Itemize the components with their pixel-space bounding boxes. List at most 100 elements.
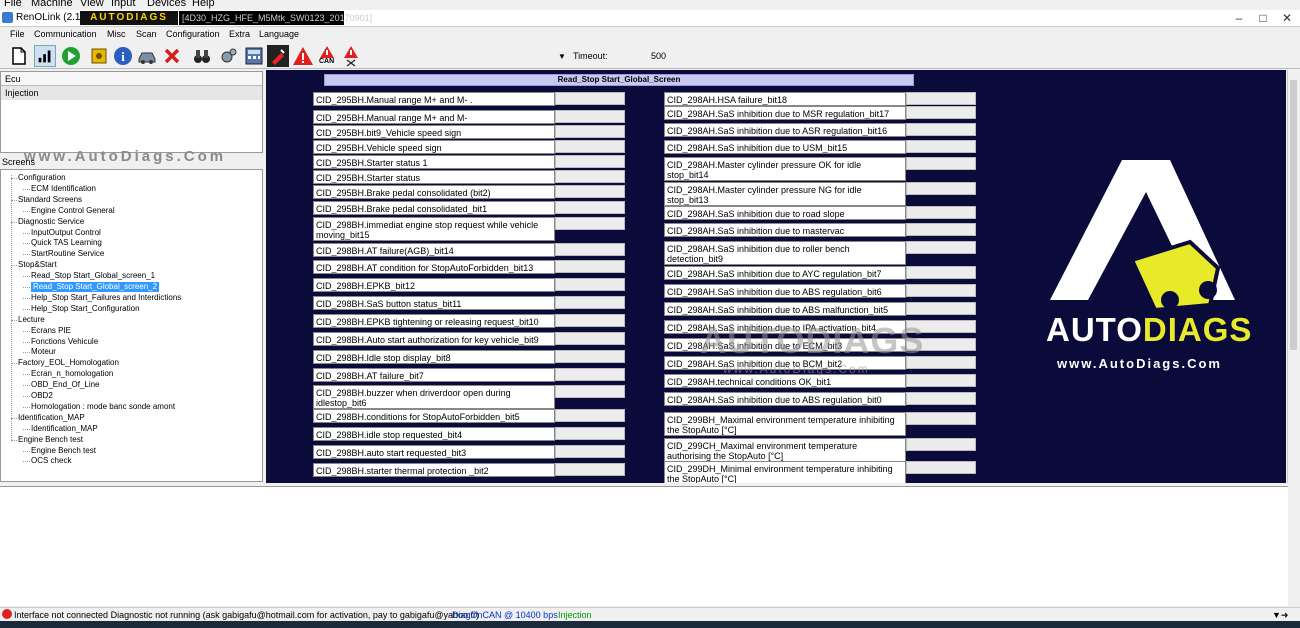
ecu-item-injection[interactable]: Injection [1, 86, 262, 100]
window-titlebar: RenOLink (2.11) AUTODIAGS [4D30_HZG_HFE_… [0, 10, 1300, 27]
injector-icon[interactable] [267, 45, 289, 67]
stop-x-icon[interactable] [161, 45, 183, 67]
tree-leaf[interactable]: Engine Bench test [31, 446, 96, 456]
status-dropdown-icon[interactable]: ▼➜ [1272, 610, 1288, 621]
menu-configuration[interactable]: Configuration [166, 29, 220, 39]
parameter-label: CID_295BH.bit9_Vehicle speed sign [313, 125, 555, 139]
parameter-value [555, 296, 625, 309]
parameter-label: CID_298BH.AT failure(AGB)_bit14 [313, 243, 555, 257]
menu-file[interactable]: File [10, 29, 25, 39]
parameter-value [555, 140, 625, 153]
timeout-dropdown-icon[interactable]: ▼ [558, 52, 566, 61]
play-icon[interactable] [60, 45, 82, 67]
tree-group[interactable]: Factory_EOL_Homologation [18, 358, 119, 368]
tree-leaf[interactable]: OBD_End_Of_Line [31, 380, 100, 390]
menu-misc[interactable]: Misc [107, 29, 126, 39]
host-menu-input[interactable]: Input [111, 0, 135, 9]
tree-leaf[interactable]: Quick TAS Learning [31, 238, 102, 248]
log-scrollbar[interactable] [1288, 486, 1300, 606]
host-menu-help[interactable]: Help [192, 0, 215, 9]
tree-leaf[interactable]: Fonctions Vehicule [31, 337, 98, 347]
tree-connector [23, 308, 30, 310]
tree-leaf[interactable]: Read_Stop Start_Global_screen_2 [31, 282, 160, 292]
binoculars-icon[interactable] [191, 45, 213, 67]
host-menubar: File Machine View Input Devices Help [0, 0, 1300, 10]
tree-group[interactable]: Configuration [18, 173, 66, 183]
tree-group[interactable]: Engine Bench test [18, 435, 83, 445]
minimize-icon[interactable]: – [1228, 10, 1250, 26]
tree-leaf[interactable]: Moteur [31, 347, 56, 357]
tree-leaf[interactable]: Ecrans PIE [31, 326, 71, 336]
parameter-label: CID_298AH.Master cylinder pressure OK fo… [664, 157, 906, 181]
tree-connector [23, 450, 30, 452]
parameter-value [906, 284, 976, 297]
status-ecu: Injection [558, 610, 592, 620]
tree-leaf[interactable]: Homologation : mode banc sonde amont [31, 402, 175, 412]
tree-leaf[interactable]: OBD2 [31, 391, 53, 401]
parameter-value [555, 170, 625, 183]
parameter-value [555, 125, 625, 138]
maximize-icon[interactable]: □ [1252, 10, 1274, 26]
signal-icon[interactable] [34, 45, 56, 67]
center-watermark: AUTODIAGS [700, 320, 925, 361]
menu-scan[interactable]: Scan [136, 29, 157, 39]
tree-leaf[interactable]: Help_Stop Start_Failures and Interdictio… [31, 293, 181, 303]
car-scan-icon[interactable] [136, 45, 158, 67]
info-icon[interactable]: i [112, 45, 134, 67]
document-title: [4D30_HZG_HFE_M5Mtk_SW0123_20170901] [179, 11, 372, 25]
tree-leaf[interactable]: Identification_MAP [31, 424, 98, 434]
tree-group[interactable]: Lecture [18, 315, 45, 325]
menu-extra[interactable]: Extra [229, 29, 250, 39]
logo-url: www.AutoDiags.Com [1057, 356, 1222, 371]
tree-connector [23, 276, 30, 278]
parameter-value [555, 260, 625, 273]
parameter-value [906, 392, 976, 405]
tree-connector [23, 330, 30, 332]
parameter-value [555, 155, 625, 168]
tree-leaf[interactable]: ECM Identification [31, 184, 96, 194]
parameter-label: CID_298AH.technical conditions OK_bit1 [664, 374, 906, 388]
host-menu-view[interactable]: View [80, 0, 104, 9]
parameter-label: CID_298BH.EPKB_bit12 [313, 278, 555, 292]
parameter-label: CID_298BH.EPKB tightening or releasing r… [313, 314, 555, 328]
warning-icon[interactable] [292, 45, 314, 67]
tree-group[interactable]: Stop&Start [18, 260, 57, 270]
ecu-chip-icon[interactable] [88, 45, 110, 67]
tree-group[interactable]: Identification_MAP [18, 413, 85, 423]
tree-leaf[interactable]: Engine Control General [31, 206, 115, 216]
ecu-pane: Ecu Injection [0, 71, 263, 153]
menu-communication[interactable]: Communication [34, 29, 97, 39]
screen-title: Read_Stop Start_Global_Screen [324, 74, 914, 86]
tree-leaf[interactable]: Ecran_n_homologation [31, 369, 113, 379]
menu-language[interactable]: Language [259, 29, 299, 39]
app-menubar: File Communication Misc Scan Configurati… [0, 27, 1300, 43]
timeout-value[interactable]: 500 [651, 51, 666, 61]
parameter-value [906, 106, 976, 119]
parameter-label: CID_298BH.buzzer when driverdoor open du… [313, 385, 555, 409]
parameter-label: CID_295BH.Starter status [313, 170, 555, 184]
host-menu-devices[interactable]: Devices [147, 0, 186, 9]
host-menu-machine[interactable]: Machine [31, 0, 73, 9]
calculator-icon[interactable] [243, 45, 265, 67]
parameter-value [555, 463, 625, 476]
open-file-icon[interactable] [8, 45, 30, 67]
log-pane[interactable] [0, 486, 1300, 606]
tree-group[interactable]: Diagnostic Service [18, 217, 84, 227]
tree-leaf[interactable]: Read_Stop Start_Global_screen_1 [31, 271, 155, 281]
parameter-value [555, 368, 625, 381]
parameter-value [906, 223, 976, 236]
host-menu-file[interactable]: File [4, 0, 22, 9]
tree-group[interactable]: Standard Screens [18, 195, 82, 205]
tree-leaf[interactable]: OCS check [31, 456, 71, 466]
logo-text-diags: DIAGS [1142, 311, 1253, 348]
tree-leaf[interactable]: InputOutput Control [31, 228, 101, 238]
status-message: Interface not connected Diagnostic not r… [14, 610, 480, 620]
tree-leaf[interactable]: Help_Stop Start_Configuration [31, 304, 140, 314]
scroll-thumb[interactable] [1290, 80, 1297, 350]
close-icon[interactable]: ✕ [1276, 10, 1298, 26]
main-scrollbar[interactable] [1287, 70, 1298, 483]
clear-warning-icon[interactable] [340, 45, 362, 67]
gears-icon[interactable] [218, 45, 240, 67]
tree-leaf[interactable]: StartRoutine Service [31, 249, 104, 259]
parameter-value [906, 123, 976, 136]
